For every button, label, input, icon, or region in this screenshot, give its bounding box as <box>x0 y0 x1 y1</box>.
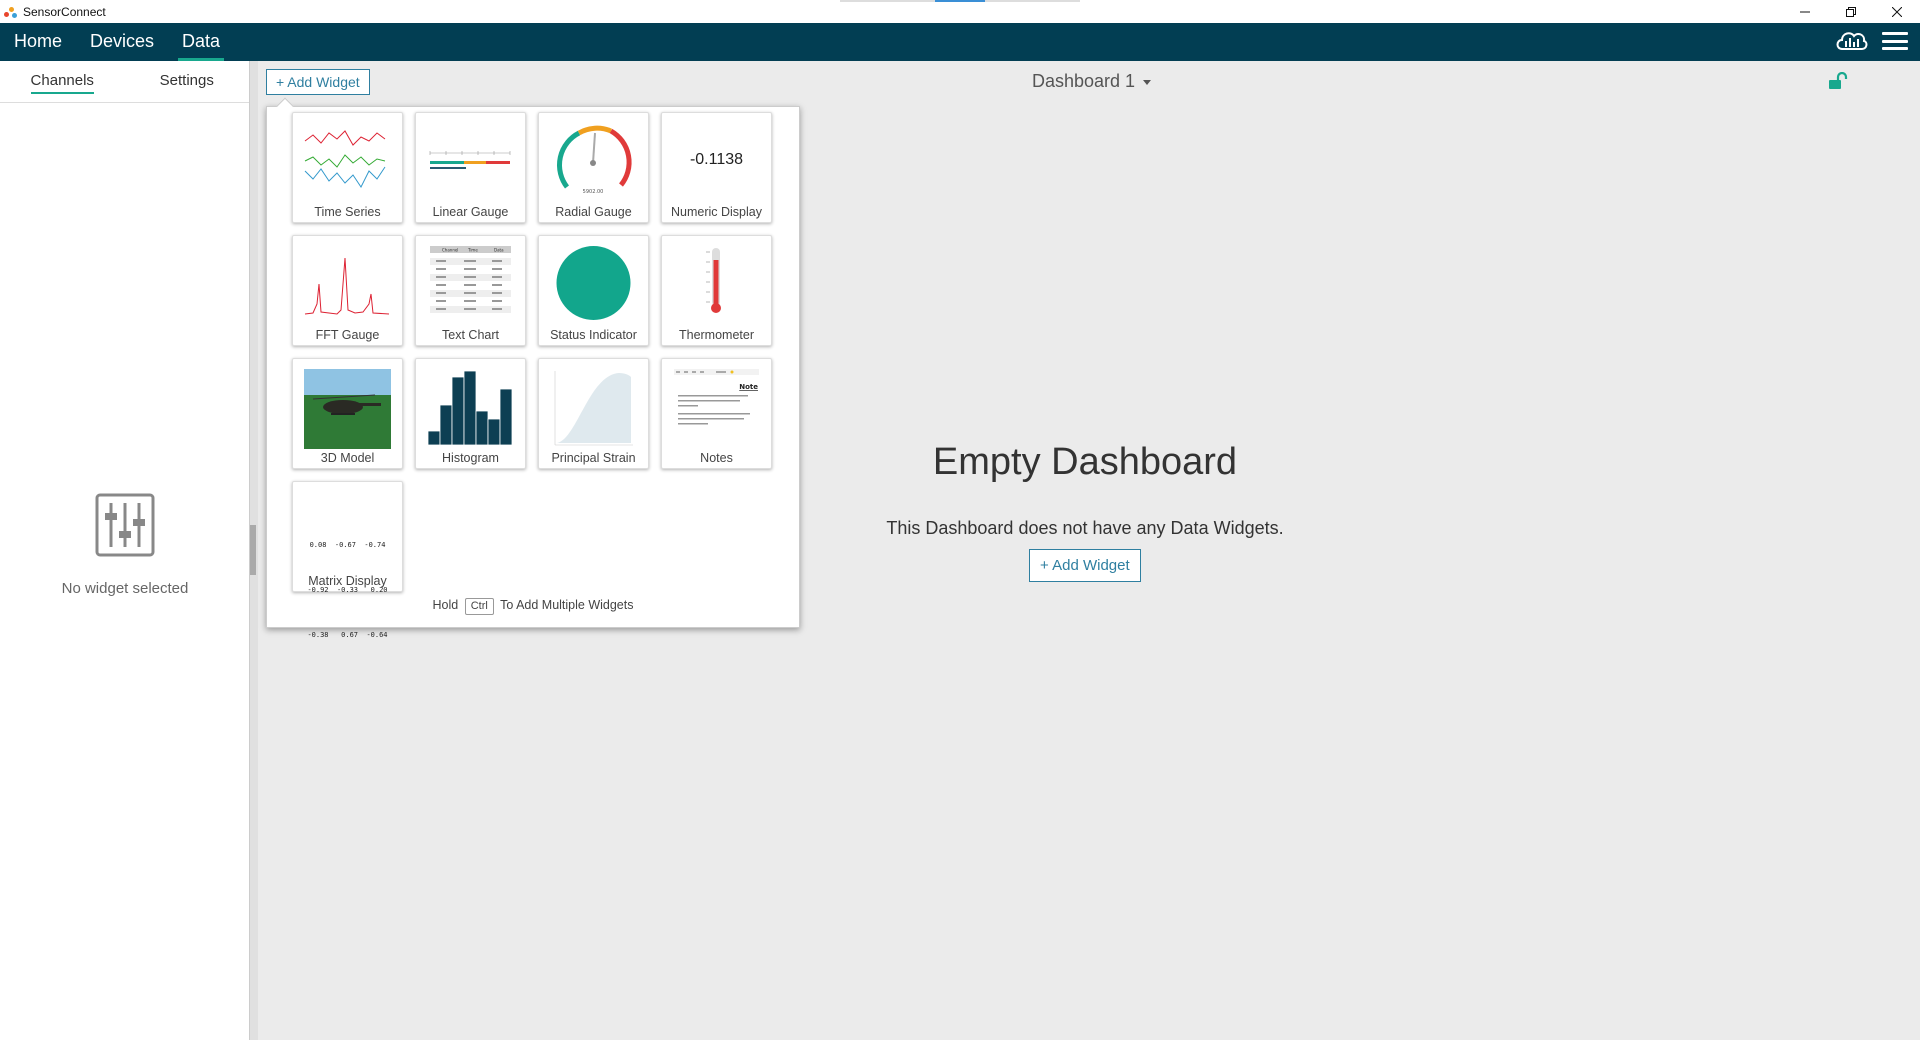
cloud-connect-icon[interactable] <box>1834 27 1868 55</box>
widget-label: Radial Gauge <box>555 205 632 219</box>
linear-gauge-icon <box>429 151 511 169</box>
principal-strain-icon <box>554 371 633 446</box>
widget-tile-notes[interactable]: Note Notes <box>661 358 772 469</box>
dashboard-name: Dashboard 1 <box>1032 71 1136 91</box>
widget-tile-text-chart[interactable]: Channel Time Data Text Chart <box>415 235 526 346</box>
widget-label: Linear Gauge <box>432 205 509 219</box>
tab-settings-label: Settings <box>159 71 214 89</box>
dashboard-selector[interactable]: Dashboard 1 <box>1032 71 1152 92</box>
window-title: SensorConnect <box>23 4 106 19</box>
matrix-row: -0.38 0.67 -0.64 <box>307 631 388 639</box>
menu-icon[interactable] <box>1882 30 1908 52</box>
widget-label: Status Indicator <box>550 328 637 342</box>
widget-tile-radial-gauge[interactable]: 5902.00 Radial Gauge <box>538 112 649 223</box>
widget-tile-matrix-display[interactable]: 0.08 -0.67 -0.74 -0.92 -0.33 0.20 -0.38 … <box>292 481 403 639</box>
time-series-icon <box>304 130 386 188</box>
unlock-icon[interactable] <box>1828 72 1848 90</box>
widget-tile-principal-strain[interactable]: Principal Strain <box>538 358 649 469</box>
widget-picker-popup: Time Series Linear Gauge 5902.00 Radial … <box>266 97 800 639</box>
widget-tile-histogram[interactable]: Histogram <box>415 358 526 469</box>
no-widget-placeholder: No widget selected <box>0 493 250 597</box>
widget-label: FFT Gauge <box>315 328 380 342</box>
numeric-display-value: -0.1138 <box>689 151 744 168</box>
widget-label: Matrix Display <box>308 574 387 588</box>
hint-suffix: To Add Multiple Widgets <box>500 598 634 612</box>
histogram-icon <box>427 370 513 446</box>
matrix-row: 0.08 -0.67 -0.74 <box>309 541 386 549</box>
splitter-grip[interactable] <box>250 525 256 575</box>
main-navbar: Home Devices Data <box>0 23 1920 61</box>
text-chart-header-time: Time <box>467 248 478 253</box>
text-chart-header-channel: Channel <box>442 248 458 253</box>
empty-dashboard-subtitle: This Dashboard does not have any Data Wi… <box>886 518 1284 538</box>
restore-icon <box>1846 6 1856 17</box>
text-chart-icon: Channel Time Data <box>430 246 511 313</box>
multi-add-hint: Hold Ctrl To Add Multiple Widgets <box>267 598 799 615</box>
widget-label: Time Series <box>314 205 381 219</box>
tab-settings[interactable]: Settings <box>125 61 250 103</box>
radial-gauge-value: 5902.00 <box>583 189 604 195</box>
widget-label: Notes <box>700 451 733 465</box>
ctrl-key-badge: Ctrl <box>464 598 494 615</box>
widget-label: Thermometer <box>678 328 755 342</box>
3d-model-icon <box>304 369 391 449</box>
minimize-button[interactable] <box>1782 0 1828 23</box>
close-button[interactable] <box>1874 0 1920 23</box>
widget-tile-time-series[interactable]: Time Series <box>292 112 403 223</box>
widget-label: 3D Model <box>320 451 375 465</box>
widget-label: Text Chart <box>442 328 499 342</box>
app-logo-icon <box>4 5 18 19</box>
widget-tile-thermometer[interactable]: Thermometer <box>661 235 772 346</box>
text-chart-header-data: Data <box>494 248 504 253</box>
empty-dashboard-title: Empty Dashboard <box>932 441 1238 483</box>
widget-label: Histogram <box>442 451 499 465</box>
thermometer-icon <box>706 248 721 313</box>
title-bar: SensorConnect <box>0 0 1920 23</box>
hint-prefix: Hold <box>432 598 459 612</box>
tab-channels-label: Channels <box>30 71 94 94</box>
widget-tile-numeric-display[interactable]: -0.1138 Numeric Display <box>661 112 772 223</box>
widget-label: Numeric Display <box>671 205 762 219</box>
notes-icon: Note <box>674 369 759 425</box>
fft-icon <box>304 257 390 315</box>
widget-label: Principal Strain <box>551 451 636 465</box>
add-widget-button[interactable]: + Add Widget <box>266 69 370 95</box>
restore-button[interactable] <box>1828 0 1874 23</box>
widget-tile-linear-gauge[interactable]: Linear Gauge <box>415 112 526 223</box>
close-icon <box>1892 6 1902 17</box>
chevron-down-icon <box>1143 79 1152 85</box>
no-widget-text: No widget selected <box>61 580 189 597</box>
nav-home[interactable]: Home <box>0 23 76 61</box>
widget-tile-fft-gauge[interactable]: FFT Gauge <box>292 235 403 346</box>
minimize-icon <box>1800 11 1810 12</box>
nav-devices[interactable]: Devices <box>76 23 168 61</box>
empty-add-widget-button[interactable]: + Add Widget <box>1029 549 1141 582</box>
tab-channels[interactable]: Channels <box>0 61 125 103</box>
nav-data[interactable]: Data <box>168 23 234 61</box>
status-indicator-icon <box>556 246 631 320</box>
radial-gauge-icon: 5902.00 <box>557 125 632 195</box>
left-panel: Channels Settings No widget selected <box>0 61 250 1040</box>
sliders-icon <box>95 493 155 557</box>
title-loading-bar <box>840 0 1080 2</box>
widget-tile-status-indicator[interactable]: Status Indicator <box>538 235 649 346</box>
notes-preview-title: Note <box>739 383 758 391</box>
widget-tile-3d-model[interactable]: 3D Model <box>292 358 403 469</box>
